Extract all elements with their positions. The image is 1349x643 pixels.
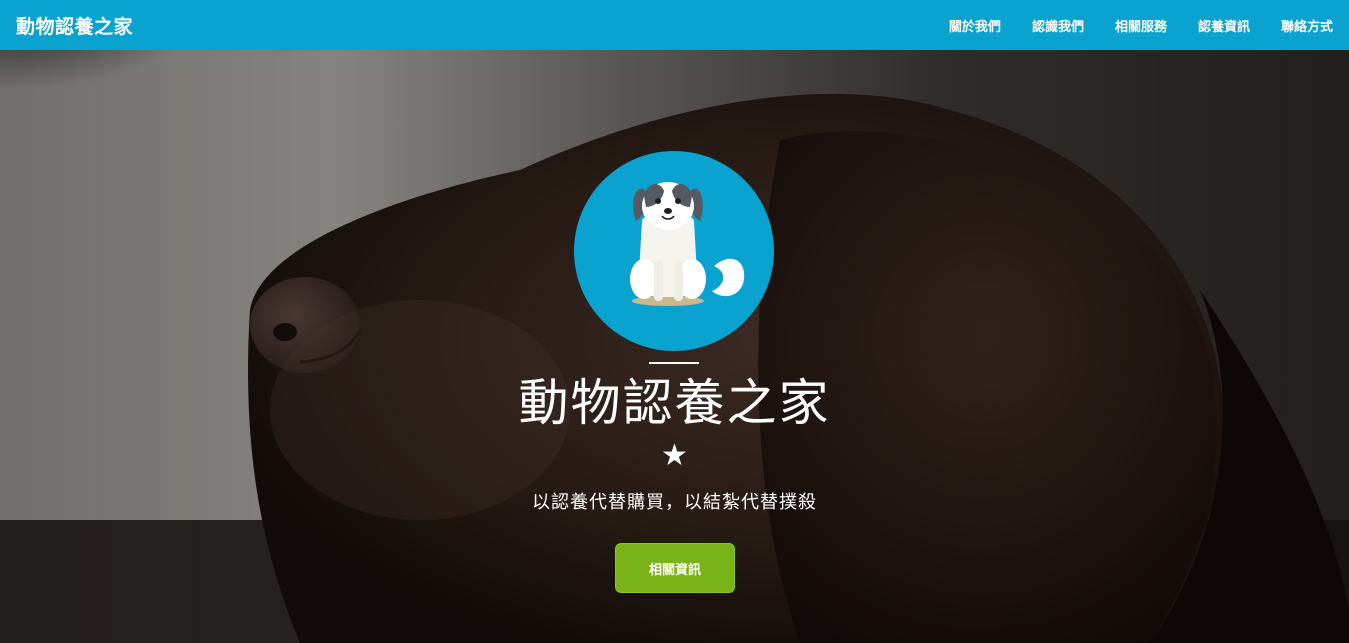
hero-content: 動物認養之家 ★ 以認養代替購買，以結紮代替撲殺 相關資訊 bbox=[0, 50, 1349, 643]
top-navbar: 動物認養之家 關於我們 認識我們 相關服務 認養資訊 聯絡方式 bbox=[0, 0, 1349, 50]
nav-link-services[interactable]: 相關服務 bbox=[1115, 16, 1167, 35]
nav-links: 關於我們 認識我們 相關服務 認養資訊 聯絡方式 bbox=[949, 16, 1333, 35]
nav-link-contact[interactable]: 聯絡方式 bbox=[1281, 16, 1333, 35]
star-icon: ★ bbox=[661, 438, 688, 473]
avatar bbox=[574, 151, 774, 351]
title-divider bbox=[649, 362, 699, 364]
nav-link-adoption-info[interactable]: 認養資訊 bbox=[1198, 16, 1250, 35]
hero-section: 動物認養之家 ★ 以認養代替購買，以結紮代替撲殺 相關資訊 bbox=[0, 50, 1349, 643]
related-info-button[interactable]: 相關資訊 bbox=[615, 543, 735, 593]
brand-link[interactable]: 動物認養之家 bbox=[16, 12, 133, 39]
nav-link-know-us[interactable]: 認識我們 bbox=[1032, 16, 1084, 35]
hero-title: 動物認養之家 bbox=[518, 374, 831, 432]
cartoon-dog-icon bbox=[630, 182, 745, 306]
hero-subtitle: 以認養代替購買，以結紮代替撲殺 bbox=[532, 492, 817, 513]
nav-link-about[interactable]: 關於我們 bbox=[949, 16, 1001, 35]
